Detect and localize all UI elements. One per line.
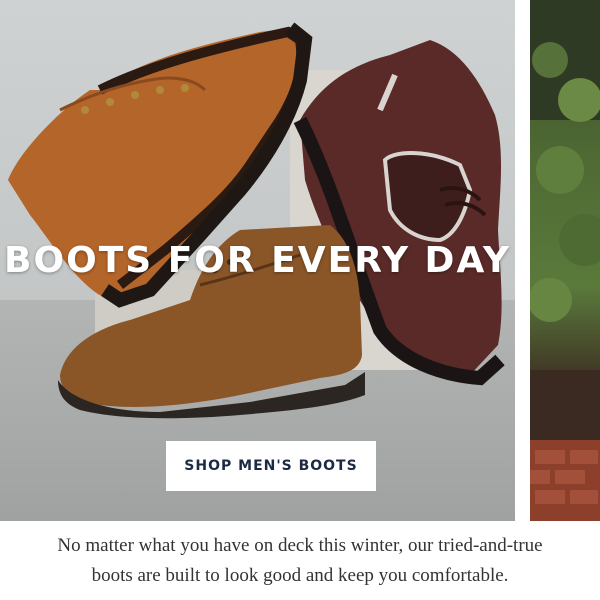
shop-mens-boots-label: SHOP MEN'S BOOTS	[184, 458, 358, 474]
body-copy-line-2: boots are built to look good and keep yo…	[91, 565, 509, 586]
body-copy: No matter what you have on deck this win…	[20, 531, 580, 591]
body-copy-line-1: No matter what you have on deck this win…	[57, 535, 543, 556]
plants-brick-photo	[530, 0, 600, 521]
hero-banner[interactable]: BOOTS FOR EVERY DAY SHOP MEN'S BOOTS	[0, 0, 515, 521]
shop-mens-boots-button[interactable]: SHOP MEN'S BOOTS	[166, 441, 376, 491]
hero-headline: BOOTS FOR EVERY DAY	[4, 240, 511, 281]
adjacent-slide-peek[interactable]	[530, 0, 600, 521]
